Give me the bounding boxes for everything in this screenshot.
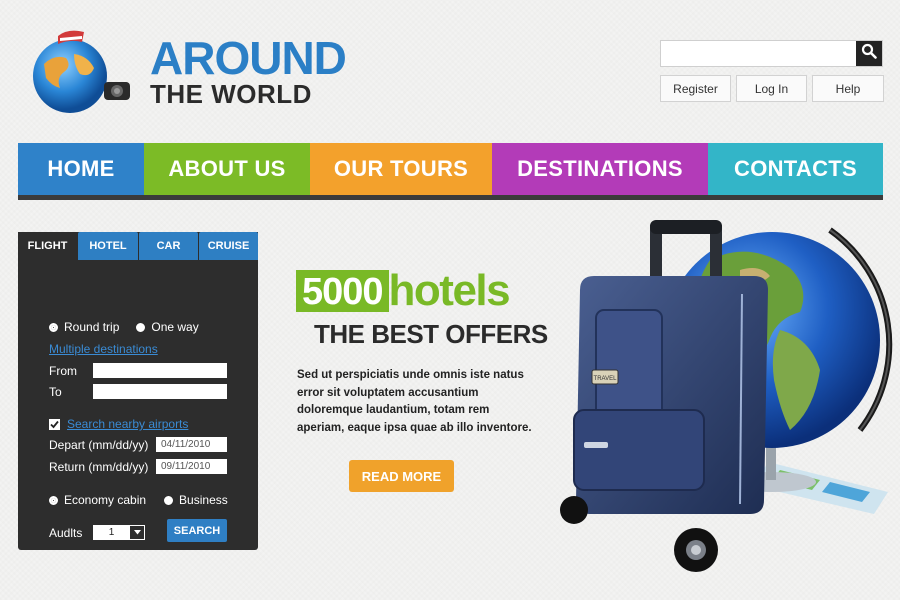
promo-word: hotels [388, 266, 511, 315]
hero-illustration: TRAVEL [540, 210, 900, 590]
round-trip-label: Round trip [64, 320, 120, 334]
check-icon [50, 420, 59, 428]
economy-cabin-label: Economy cabin [64, 493, 147, 507]
economy-cabin-radio[interactable] [49, 495, 58, 505]
logo[interactable]: AROUND THE WORLD [150, 32, 347, 109]
search-icon [861, 43, 877, 64]
multiple-destinations-link[interactable]: Multiple destinations [49, 342, 158, 356]
logo-globe-icon [22, 24, 140, 116]
nearby-airports-link[interactable]: Search nearby airports [67, 417, 188, 431]
adults-select[interactable]: 1 [93, 525, 145, 540]
tab-flight[interactable]: FLIGHT [18, 232, 77, 260]
search-flights-button[interactable]: SEARCH [167, 519, 227, 542]
round-trip-radio[interactable] [49, 322, 58, 332]
tab-cruise[interactable]: CRUISE [199, 232, 258, 260]
from-label: From [49, 363, 77, 378]
nav-item-destinations[interactable]: DESTINATIONS [492, 143, 708, 195]
logo-title: AROUND [150, 32, 347, 84]
nav-divider [18, 195, 883, 200]
logo-subtitle: THE WORLD [150, 79, 312, 109]
tab-hotel[interactable]: HOTEL [78, 232, 138, 260]
login-button[interactable]: Log In [736, 75, 807, 102]
from-field[interactable] [93, 363, 227, 378]
to-label: To [49, 384, 62, 399]
chevron-down-icon [130, 526, 144, 539]
depart-date-field[interactable] [156, 437, 227, 452]
to-field[interactable] [93, 384, 227, 399]
business-radio[interactable] [164, 495, 174, 505]
nav-item-home[interactable]: HOME [18, 143, 144, 195]
search-input[interactable] [661, 41, 856, 66]
help-button[interactable]: Help [812, 75, 884, 102]
search-box [660, 40, 883, 67]
read-more-button[interactable]: READ MORE [349, 460, 454, 492]
nav-item-contacts[interactable]: CONTACTS [708, 143, 883, 195]
one-way-radio[interactable] [136, 322, 146, 332]
promo-headline: 5000 hotels [296, 266, 511, 315]
booking-tabs: FLIGHT HOTEL CAR CRUISE [18, 232, 258, 260]
luggage-tag-text: TRAVEL [594, 376, 618, 382]
return-label: Return (mm/dd/yy) [49, 459, 149, 474]
return-date-field[interactable] [156, 459, 227, 474]
adults-value: 1 [108, 527, 115, 538]
promo-number: 5000 [296, 270, 389, 313]
nav-item-our-tours[interactable]: OUR TOURS [310, 143, 492, 195]
one-way-label: One way [151, 320, 199, 334]
register-button[interactable]: Register [660, 75, 731, 102]
nearby-airports-checkbox[interactable] [49, 418, 60, 430]
business-label: Business [179, 493, 228, 507]
account-links: Register Log In Help [660, 75, 884, 102]
adults-label: Audlts [49, 525, 83, 540]
promo-description: Sed ut perspiciatis unde omnis iste natu… [297, 369, 532, 434]
search-button[interactable] [856, 41, 882, 66]
promo-subtitle: THE BEST OFFERS [314, 319, 548, 349]
main-nav: HOME ABOUT US OUR TOURS DESTINATIONS CON… [18, 143, 883, 195]
nav-item-about-us[interactable]: ABOUT US [144, 143, 310, 195]
booking-widget: FLIGHT HOTEL CAR CRUISE Round trip One w… [18, 232, 258, 550]
depart-label: Depart (mm/dd/yy) [49, 437, 149, 452]
flight-form: Round trip One way Multiple destinations… [18, 260, 258, 550]
tab-car[interactable]: CAR [139, 232, 198, 260]
